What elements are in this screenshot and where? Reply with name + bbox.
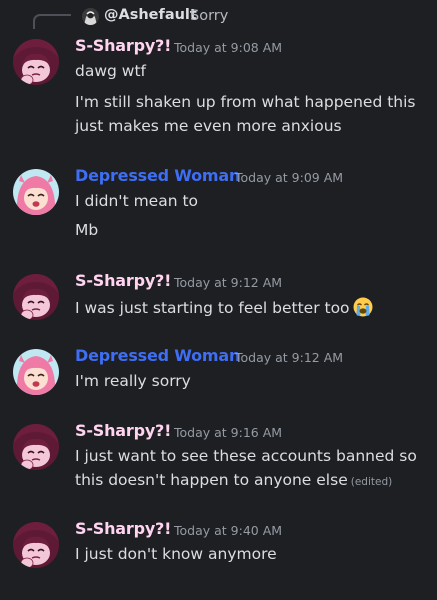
author-name[interactable]: Depressed Woman [75, 166, 240, 185]
reply-spine [33, 14, 71, 29]
timestamp[interactable]: Today at 9:12 AM [174, 275, 282, 290]
edited-label[interactable]: (edited) [351, 476, 392, 488]
avatar[interactable] [13, 349, 59, 395]
author-name[interactable]: S-Sharpy?! [75, 36, 171, 55]
avatar[interactable] [13, 424, 59, 470]
pink-haired-character-avatar [13, 349, 59, 395]
reply-preview[interactable]: @Ashefault Sorry [0, 0, 437, 30]
message-text: this doesn't happen to anyone else (edite… [75, 471, 425, 489]
message-text: just makes me even more anxious [75, 117, 342, 135]
message-text: Mb [75, 221, 99, 239]
author-name[interactable]: S-Sharpy?! [75, 421, 171, 440]
reply-avatar[interactable] [82, 8, 99, 25]
avatar[interactable] [13, 522, 59, 568]
message-text: I was just starting to feel better too [75, 297, 425, 321]
maroon-character-avatar [13, 424, 59, 470]
message-text: I just want to see these accounts banned… [75, 447, 417, 465]
timestamp[interactable]: Today at 9:08 AM [174, 40, 282, 55]
avatar[interactable] [13, 274, 59, 320]
loudly-crying-face-emoji [353, 297, 373, 321]
author-name[interactable]: Depressed Woman [75, 346, 240, 365]
maroon-character-avatar [13, 274, 59, 320]
message-text: I just don't know anymore [75, 545, 277, 563]
message-text-content: this doesn't happen to anyone else [75, 471, 348, 489]
message-text: I'm really sorry [75, 372, 191, 390]
timestamp[interactable]: Today at 9:12 AM [235, 350, 343, 365]
maroon-character-avatar [13, 39, 59, 85]
message-text: I didn't mean to [75, 192, 199, 210]
pink-haired-character-avatar [13, 169, 59, 215]
reply-text[interactable]: Sorry [190, 8, 228, 24]
timestamp[interactable]: Today at 9:40 AM [174, 523, 282, 538]
message-text: dawg wtf [75, 62, 146, 80]
reply-username[interactable]: @Ashefault [104, 7, 197, 23]
message-text: I'm still shaken up from what happened t… [75, 93, 416, 111]
message-text-content: I was just starting to feel better too [75, 299, 350, 317]
timestamp[interactable]: Today at 9:16 AM [174, 425, 282, 440]
timestamp[interactable]: Today at 9:09 AM [235, 170, 343, 185]
author-name[interactable]: S-Sharpy?! [75, 519, 171, 538]
author-name[interactable]: S-Sharpy?! [75, 271, 171, 290]
maroon-character-avatar [13, 522, 59, 568]
avatar[interactable] [13, 39, 59, 85]
avatar[interactable] [13, 169, 59, 215]
